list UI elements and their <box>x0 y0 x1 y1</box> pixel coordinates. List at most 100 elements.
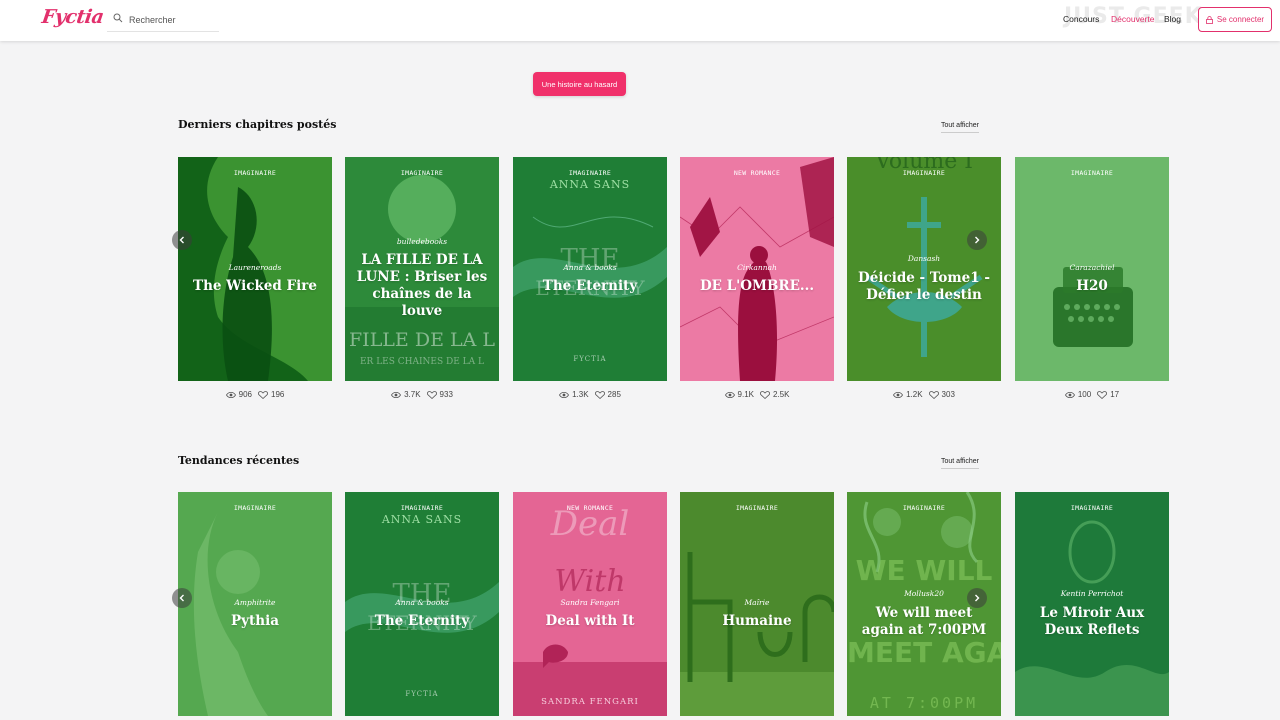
cover-author-text: ANNA SANS <box>381 513 463 526</box>
author-name: Anna & books <box>395 598 449 607</box>
story-title: The Eternity <box>374 613 470 629</box>
views-count: 9.1K <box>737 390 754 399</box>
story-title: Le Miroir Aux Deux Reflets <box>1039 605 1145 638</box>
chevron-right-icon <box>975 594 980 602</box>
eye-icon <box>893 391 904 398</box>
author-name: bulledebooks <box>396 237 448 246</box>
heart-icon <box>426 390 437 399</box>
carousel-prev-button[interactable] <box>172 588 192 608</box>
see-all-latest-link[interactable]: Tout afficher <box>941 122 980 133</box>
carousel-next-button[interactable] <box>967 588 987 608</box>
genre-label: IMAGINAIRE <box>568 169 612 177</box>
story-title: Déicide - Tome1 - Défier le destin <box>858 270 990 303</box>
chevron-right-icon <box>975 236 980 244</box>
cover-art <box>847 157 1001 381</box>
story-stats: 1.2K 303 <box>847 390 1001 399</box>
author-name: Kentin Perrichot <box>1060 589 1124 598</box>
story-card[interactable]: NEW ROMANCE Cirkannah DE L'OMBRE... <box>680 157 834 381</box>
story-card[interactable]: Deal With NEW ROMANCE Sandra Fengari Dea… <box>513 492 667 716</box>
story-title: Humaine <box>722 613 792 629</box>
eye-icon <box>1064 391 1075 398</box>
eye-icon <box>391 391 402 398</box>
cover-publisher-text: FYCTIA <box>405 690 439 698</box>
cover-author-text: SANDRA FENGARI <box>541 697 639 707</box>
trending-row: IMAGINAIRE Amphitrite Pythia THE ETERNIT… <box>178 492 1170 720</box>
cover-we-will-text: WE WILL <box>855 554 993 587</box>
genre-label: IMAGINAIRE <box>400 169 444 177</box>
story-title: Deal with It <box>545 613 635 629</box>
story-title: We will meet again at 7:00PM <box>861 605 987 638</box>
story-card[interactable]: THE ETERNITY IMAGINAIRE ANNA SANS Anna &… <box>345 492 499 716</box>
views-count: 3.7K <box>404 390 421 399</box>
likes-count: 933 <box>439 390 453 399</box>
likes-count: 17 <box>1110 390 1120 399</box>
story-title: Pythia <box>231 613 279 629</box>
nav-blog[interactable]: Blog <box>1164 14 1181 24</box>
chevron-left-icon <box>179 594 184 602</box>
chevron-left-icon <box>179 236 184 244</box>
carousel-prev-button[interactable] <box>172 230 192 250</box>
heart-icon <box>258 390 268 399</box>
login-button[interactable]: Se connecter <box>1198 7 1272 32</box>
likes-count: 2.5K <box>773 390 790 399</box>
lock-icon <box>1206 15 1213 24</box>
story-stats: 906 196 <box>178 390 332 399</box>
top-header: Fyctia JUST GEEK Concours Découverte Blo… <box>0 0 1280 41</box>
story-card[interactable]: THE ETERNITY IMAGINAIRE ANNA SANS Anna &… <box>513 157 667 381</box>
heart-icon <box>594 390 605 399</box>
story-title: DE L'OMBRE... <box>699 278 815 294</box>
likes-count: 196 <box>271 390 285 399</box>
story-title: The Wicked Fire <box>193 278 317 294</box>
cover-text: FILLE DE LA L <box>349 329 495 351</box>
cover-time-text: AT 7:00PM <box>869 694 979 712</box>
heart-icon <box>928 390 939 399</box>
author-name: Carazachiel <box>1069 263 1115 272</box>
story-stats: 100 17 <box>1015 390 1169 399</box>
cover-with-text: With <box>554 564 626 599</box>
story-card[interactable]: IMAGINAIRE Laureneroads The Wicked Fire <box>178 157 332 381</box>
genre-label: IMAGINAIRE <box>1070 169 1114 177</box>
story-card[interactable]: IMAGINAIRE Amphitrite Pythia <box>178 492 332 716</box>
story-card[interactable]: Volume I IMAGINAIRE Dansash Déicide - To… <box>847 157 1001 381</box>
likes-count: 303 <box>941 390 955 399</box>
author-name: Sandra Fengari <box>560 598 620 607</box>
views-count: 1.2K <box>906 390 923 399</box>
likes-count: 285 <box>607 390 621 399</box>
story-card[interactable]: IMAGINAIRE Maîrie Humaine <box>680 492 834 716</box>
login-label: Se connecter <box>1216 15 1265 24</box>
genre-label: IMAGINAIRE <box>735 504 779 512</box>
heart-icon <box>760 390 770 399</box>
author-name: Dansash <box>907 254 941 263</box>
author-name: Cirkannah <box>737 263 777 272</box>
author-name: Maîrie <box>744 598 770 607</box>
see-all-trending-link[interactable]: Tout afficher <box>941 458 980 469</box>
story-card[interactable]: IMAGINAIRE Kentin Perrichot Le Miroir Au… <box>1015 492 1169 716</box>
cover-author-text: ANNA SANS <box>549 178 631 191</box>
author-name: Anna & books <box>563 263 617 272</box>
nav-decouverte[interactable]: Découverte <box>1111 14 1154 24</box>
cover-art <box>1015 492 1169 716</box>
story-card[interactable]: IMAGINAIRE Carazachiel H20 <box>1015 157 1169 381</box>
nav-concours[interactable]: Concours <box>1063 14 1099 24</box>
genre-label: IMAGINAIRE <box>902 169 946 177</box>
fyctia-logo[interactable]: Fyctia <box>40 6 104 28</box>
genre-label: NEW ROMANCE <box>733 169 781 177</box>
genre-label: NEW ROMANCE <box>566 504 614 512</box>
views-count: 906 <box>238 390 252 399</box>
genre-label: IMAGINAIRE <box>1070 504 1114 512</box>
section-title-latest: Derniers chapitres postés <box>178 118 337 131</box>
search-bar[interactable] <box>107 9 219 32</box>
author-name: Amphitrite <box>234 598 276 607</box>
story-title: The Eternity <box>542 278 638 294</box>
genre-label: IMAGINAIRE <box>902 504 946 512</box>
search-input[interactable] <box>129 11 217 29</box>
carousel-next-button[interactable] <box>967 230 987 250</box>
story-stats: 3.7K 933 <box>345 390 499 399</box>
random-story-button[interactable]: Une histoire au hasard <box>533 72 626 96</box>
search-icon <box>113 13 123 23</box>
story-stats: 1.3K 285 <box>513 390 667 399</box>
story-card[interactable]: IMAGINAIRE bulledebooks LA FILLE DE LA L… <box>345 157 499 381</box>
views-count: 100 <box>1077 390 1092 399</box>
eye-icon <box>225 391 236 398</box>
cover-publisher-text: FYCTIA <box>573 355 607 363</box>
